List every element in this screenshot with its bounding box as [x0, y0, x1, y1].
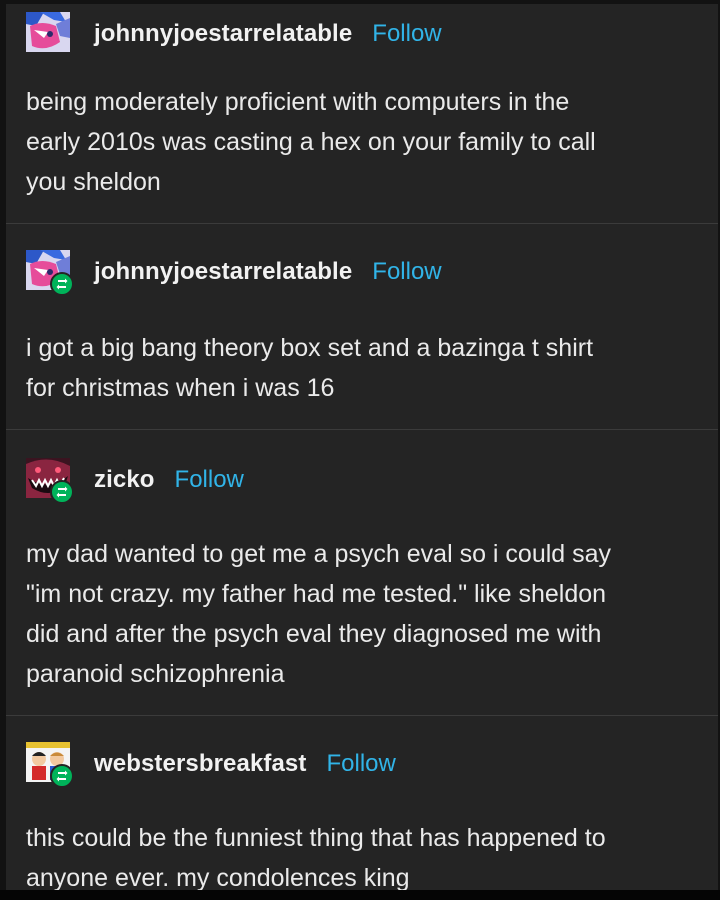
- post-username[interactable]: webstersbreakfast: [94, 750, 306, 778]
- reblog-icon: [50, 480, 74, 504]
- post: zicko Follow my dad wanted to get me a p…: [6, 430, 718, 716]
- reblog-icon: [50, 272, 74, 296]
- post-text-line: "im not crazy. my father had me tested."…: [26, 580, 607, 608]
- post-header: johnnyjoestarrelatable Follow: [26, 250, 442, 296]
- avatar[interactable]: [26, 742, 74, 788]
- post-header: zicko Follow: [26, 458, 244, 504]
- post-text-line: this could be the funniest thing that ha…: [26, 824, 606, 852]
- screen-bottom-edge: [0, 890, 720, 900]
- post: johnnyjoestarrelatable Follow being mode…: [6, 4, 718, 224]
- post-text-line: early 2010s was casting a hex on your fa…: [26, 128, 596, 156]
- post-text-line: anyone ever. my condolences king: [26, 864, 410, 890]
- follow-button[interactable]: Follow: [326, 750, 395, 778]
- post-username[interactable]: zicko: [94, 466, 155, 494]
- post-username[interactable]: johnnyjoestarrelatable: [94, 20, 352, 48]
- follow-button[interactable]: Follow: [175, 466, 244, 494]
- post-body: this could be the funniest thing that ha…: [26, 818, 706, 890]
- avatar[interactable]: [26, 250, 74, 296]
- post-username[interactable]: johnnyjoestarrelatable: [94, 258, 352, 286]
- avatar[interactable]: [26, 12, 74, 56]
- post-text-line: my dad wanted to get me a psych eval so …: [26, 540, 612, 568]
- post-body: i got a big bang theory box set and a ba…: [26, 328, 706, 408]
- post-text-line: for christmas when i was 16: [26, 374, 335, 402]
- post-body: my dad wanted to get me a psych eval so …: [26, 534, 706, 694]
- anime-character-avatar-icon: [26, 12, 70, 52]
- follow-button[interactable]: Follow: [372, 258, 441, 286]
- post-text-line: i got a big bang theory box set and a ba…: [26, 334, 594, 362]
- post: webstersbreakfast Follow this could be t…: [6, 716, 718, 890]
- follow-button[interactable]: Follow: [372, 20, 441, 48]
- post-text-line: paranoid schizophrenia: [26, 660, 285, 688]
- post-text-line: did and after the psych eval they diagno…: [26, 620, 602, 648]
- post-body: being moderately proficient with compute…: [26, 82, 706, 202]
- post-header: johnnyjoestarrelatable Follow: [26, 12, 442, 56]
- post-text-line: being moderately proficient with compute…: [26, 88, 570, 116]
- post: johnnyjoestarrelatable Follow i got a bi…: [6, 224, 718, 430]
- tumblr-feed: johnnyjoestarrelatable Follow being mode…: [6, 4, 718, 890]
- post-text-line: you sheldon: [26, 168, 161, 196]
- post-header: webstersbreakfast Follow: [26, 742, 396, 788]
- avatar[interactable]: [26, 458, 74, 504]
- reblog-icon: [50, 764, 74, 788]
